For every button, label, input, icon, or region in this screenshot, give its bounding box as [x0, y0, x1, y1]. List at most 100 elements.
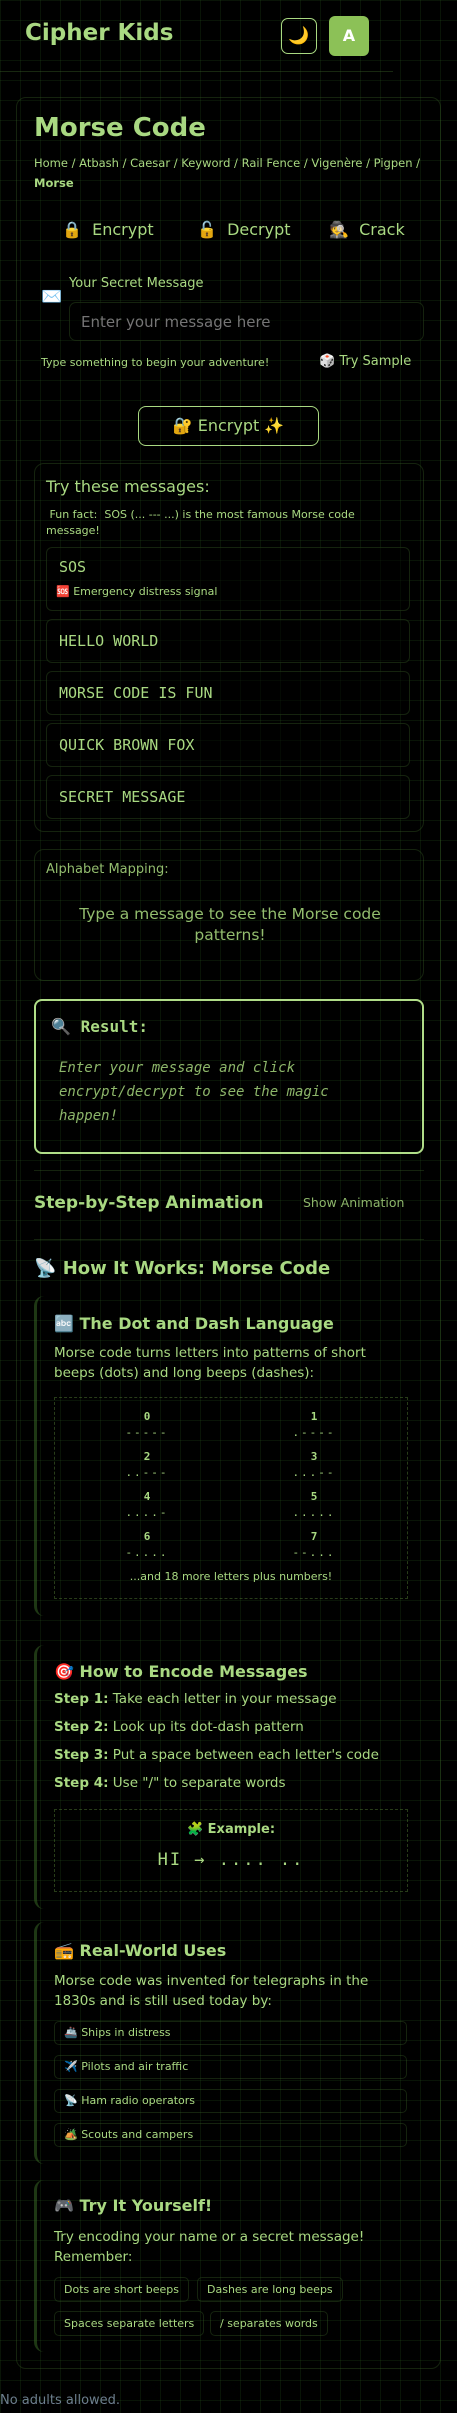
- how-heading-text: How It Works: Morse Code: [62, 1258, 331, 1279]
- page-title: Morse Code: [34, 113, 206, 143]
- use-text: Ham radio operators: [81, 2094, 195, 2107]
- step-label: Step 4:: [54, 1775, 109, 1791]
- more-letters-text: ...and 18 more letters plus numbers!: [129, 1570, 333, 1583]
- sos-icon: 🆘: [56, 585, 70, 598]
- morse-code: --...: [292, 1546, 336, 1559]
- use-text: Pilots and air traffic: [81, 2060, 189, 2073]
- sample-text: MORSE CODE IS FUN: [59, 684, 213, 702]
- encrypt-button-label: Encrypt: [197, 416, 260, 435]
- magnifier-icon: 🔍: [51, 1017, 71, 1036]
- sample-item[interactable]: SECRET MESSAGE: [46, 775, 410, 819]
- morse-char: 2: [143, 1450, 151, 1463]
- morse-code: ...--: [292, 1466, 336, 1479]
- tab-label: Encrypt: [92, 220, 154, 239]
- tab-encrypt[interactable]: 🔒 Encrypt: [62, 220, 154, 239]
- step-1: Step 1: Take each letter in your message: [54, 1691, 337, 1707]
- tip-chip: / separates words: [210, 2311, 328, 2336]
- tab-crack[interactable]: 🕵️ Crack: [329, 220, 405, 239]
- breadcrumb-sep: /: [173, 156, 178, 170]
- step-text: Take each letter in your message: [112, 1691, 337, 1707]
- breadcrumb-sep: /: [303, 156, 308, 170]
- step-text: Put a space between each letter's code: [112, 1747, 379, 1763]
- uses-heading: 📻 Real-World Uses: [54, 1941, 226, 1960]
- morse-char: 0: [143, 1410, 151, 1423]
- dice-icon: 🎲: [319, 354, 336, 369]
- fun-fact: Fun fact: SOS (... --- ...) is the most …: [46, 508, 359, 537]
- use-item: 🏕️ Scouts and campers: [54, 2123, 407, 2147]
- dot-dash-heading-text: The Dot and Dash Language: [79, 1314, 334, 1333]
- breadcrumb-caesar[interactable]: Caesar: [130, 156, 170, 170]
- encrypt-button[interactable]: 🔐 Encrypt ✨: [138, 406, 319, 446]
- animation-heading: Step-by-Step Animation: [34, 1193, 264, 1213]
- header-divider: [0, 71, 393, 72]
- detective-icon: 🕵️: [329, 220, 349, 239]
- tip-chip: Dots are short beeps: [54, 2277, 190, 2302]
- footer-text: No adults allowed.: [0, 2393, 121, 2408]
- avatar-button[interactable]: A: [329, 16, 369, 56]
- breadcrumb: Home / Atbash / Caesar / Keyword / Rail …: [34, 153, 434, 193]
- morse-code: -----: [125, 1426, 169, 1439]
- tab-label: Crack: [359, 220, 405, 239]
- try-sample-button[interactable]: 🎲 Try Sample: [319, 354, 411, 369]
- mapping-empty-text: Type a message to see the Morse code pat…: [79, 905, 381, 944]
- how-it-works-heading: 📡 How It Works: Morse Code: [34, 1258, 330, 1279]
- step-2: Step 2: Look up its dot-dash pattern: [54, 1719, 304, 1735]
- helper-text: Type something to begin your adventure!: [41, 356, 270, 369]
- theme-toggle-button[interactable]: 🌙: [281, 18, 317, 54]
- step-label: Step 1:: [54, 1691, 109, 1707]
- sample-item[interactable]: MORSE CODE IS FUN: [46, 671, 410, 715]
- satellite-icon: 📡: [34, 1258, 57, 1279]
- use-item: 🚢 Ships in distress: [54, 2021, 407, 2045]
- message-input[interactable]: [69, 302, 424, 341]
- step-label: Step 2:: [54, 1719, 109, 1735]
- use-text: Scouts and campers: [81, 2128, 194, 2141]
- use-text: Ships in distress: [81, 2026, 171, 2039]
- morse-code: ....-: [125, 1506, 169, 1519]
- try-heading-text: Try It Yourself!: [79, 2196, 213, 2215]
- morse-code: ..---: [125, 1466, 169, 1479]
- gamepad-icon: 🎮: [54, 2196, 74, 2215]
- tip-chip: Dashes are long beeps: [197, 2277, 343, 2302]
- camping-icon: 🏕️: [64, 2128, 78, 2141]
- sample-text: SECRET MESSAGE: [59, 788, 186, 806]
- step-label: Step 3:: [54, 1747, 109, 1763]
- try-heading: 🎮 Try It Yourself!: [54, 2196, 212, 2215]
- divider: [34, 1239, 424, 1240]
- tab-decrypt[interactable]: 🔓 Decrypt: [197, 220, 291, 239]
- breadcrumb-sep: /: [366, 156, 370, 170]
- sample-item-sos[interactable]: SOS 🆘 Emergency distress signal: [46, 547, 410, 611]
- morse-code: .....: [292, 1506, 336, 1519]
- morse-char: 7: [310, 1530, 318, 1543]
- morse-code: -....: [125, 1546, 169, 1559]
- breadcrumb-current: Morse: [34, 176, 74, 190]
- locked-key-icon: 🔐: [172, 416, 193, 435]
- sparkles-icon: ✨: [264, 416, 285, 435]
- breadcrumb-vigenere[interactable]: Vigenère: [311, 156, 362, 170]
- breadcrumb-keyword[interactable]: Keyword: [181, 156, 230, 170]
- sample-item[interactable]: HELLO WORLD: [46, 619, 410, 663]
- satellite-icon: 📡: [64, 2094, 78, 2107]
- app-title[interactable]: Cipher Kids: [25, 20, 173, 46]
- radio-icon: 📻: [54, 1941, 74, 1960]
- breadcrumb-pigpen[interactable]: Pigpen: [374, 156, 413, 170]
- encode-heading-text: How to Encode Messages: [79, 1662, 308, 1681]
- breadcrumb-home[interactable]: Home: [34, 156, 68, 170]
- morse-char: 4: [143, 1490, 151, 1503]
- show-animation-button[interactable]: Show Animation: [303, 1195, 404, 1210]
- sample-text: QUICK BROWN FOX: [59, 736, 195, 754]
- sample-item[interactable]: QUICK BROWN FOX: [46, 723, 410, 767]
- puzzle-icon: 🧩: [186, 1822, 204, 1837]
- example-value: HI → .... ..: [157, 1850, 305, 1870]
- step-text: Look up its dot-dash pattern: [112, 1719, 304, 1735]
- tip-chip: Spaces separate letters: [54, 2311, 205, 2336]
- breadcrumb-sep: /: [416, 156, 421, 170]
- mapping-label: Alphabet Mapping:: [46, 862, 169, 877]
- sample-text: HELLO WORLD: [59, 632, 159, 650]
- breadcrumb-rail-fence[interactable]: Rail Fence: [242, 156, 301, 170]
- dot-dash-heading: 🔤 The Dot and Dash Language: [54, 1314, 334, 1333]
- result-output: Enter your message and click encrypt/dec…: [59, 1060, 329, 1124]
- sample-text: SOS: [59, 558, 87, 576]
- breadcrumb-atbash[interactable]: Atbash: [79, 156, 119, 170]
- step-3: Step 3: Put a space between each letter'…: [54, 1747, 379, 1763]
- breadcrumb-sep: /: [71, 156, 76, 170]
